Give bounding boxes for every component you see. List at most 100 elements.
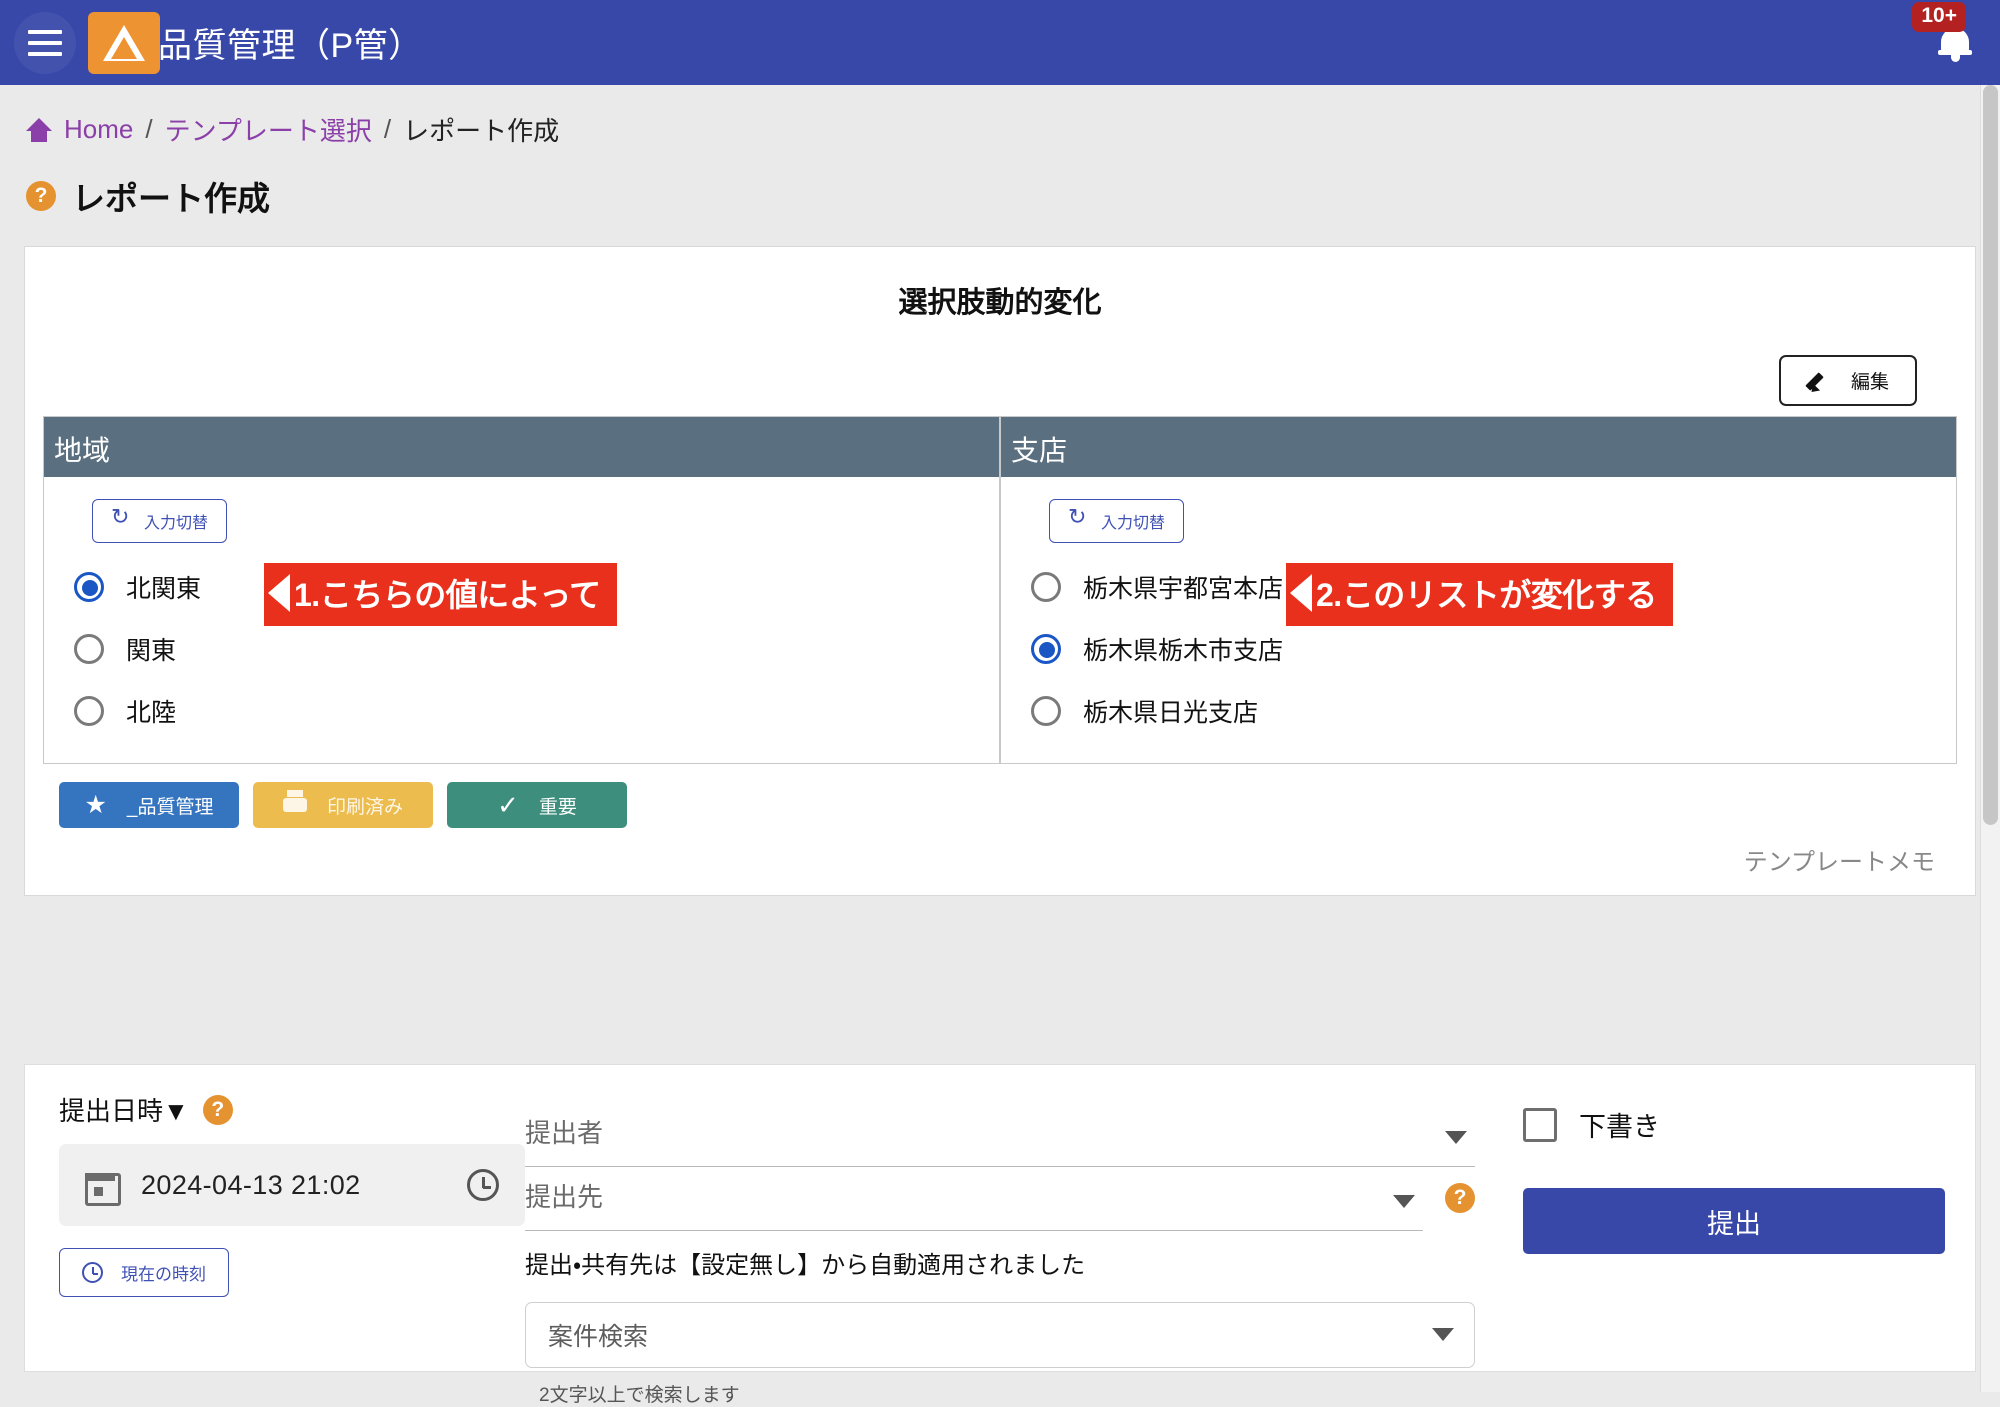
choice-grid: 地域 入力切替 北関東 1.こちらの値によって 関東 [43,416,1957,764]
refresh-icon [111,513,128,530]
radio-button-kanto[interactable] [74,634,104,664]
scrollbar-thumb[interactable] [1983,85,1998,825]
home-icon[interactable] [26,118,52,142]
column-body-region: 入力切替 北関東 1.こちらの値によって 関東 北陸 [44,477,999,763]
radio-label: 北陸 [126,693,176,729]
submit-column: 下書き 提出 [1505,1091,1975,1371]
breadcrumb-template-select[interactable]: テンプレート選択 [165,111,372,148]
app-title: 品質管理（P管） [158,18,423,67]
card-title: 選択肢動的変化 [43,279,1957,321]
submitter-placeholder: 提出者 [525,1118,603,1148]
page-title-row: ? レポート作成 [0,148,2000,220]
radio-option[interactable]: 北関東 1.こちらの値によって [74,569,999,605]
annotation-text: 1.こちらの値によって [294,570,601,616]
help-icon[interactable]: ? [1445,1183,1475,1213]
current-time-button[interactable]: 現在の時刻 [59,1248,229,1297]
clock-icon[interactable] [467,1169,499,1201]
radio-label: 栃木県栃木市支店 [1083,631,1283,667]
radio-option[interactable]: 関東 [74,631,999,667]
radio-option[interactable]: 北陸 [74,693,999,729]
case-search-select[interactable]: 案件検索 [525,1302,1475,1368]
help-icon[interactable]: ? [203,1095,233,1125]
edit-button-label: 編集 [1851,367,1889,394]
breadcrumb-current: レポート作成 [403,111,559,148]
column-header-region: 地域 [44,417,999,477]
current-time-label: 現在の時刻 [121,1260,206,1285]
left-arrow-icon [1290,574,1312,612]
bell-rim [1938,50,1972,55]
hamburger-bar [28,30,62,34]
breadcrumb-separator: / [384,114,391,145]
notifications[interactable]: 10+ [1938,0,1972,85]
help-icon[interactable]: ? [26,181,56,211]
triangle-icon [103,25,145,61]
hamburger-bar [28,52,62,56]
radio-label: 関東 [126,631,176,667]
annotation-text: 2.このリストが変化する [1316,570,1657,616]
tag-button-printed[interactable]: 印刷済み [253,782,433,828]
refresh-icon [1068,513,1085,530]
tag-button-row: ★ _品質管理 印刷済み ✓ 重要 [43,764,1957,828]
radio-button-nikko[interactable] [1031,696,1061,726]
app-logo [88,12,160,74]
clock-icon [82,1262,103,1283]
tag-button-important[interactable]: ✓ 重要 [447,782,627,828]
template-memo-label: テンプレートメモ [43,828,1957,879]
chevron-down-icon[interactable] [1445,1131,1467,1144]
radio-option[interactable]: 栃木県宇都宮本店 2.このリストが変化する [1031,569,1956,605]
notification-badge: 10+ [1912,2,1966,32]
draft-checkbox-row[interactable]: 下書き [1523,1105,1945,1144]
input-toggle-label: 入力切替 [144,509,208,533]
input-toggle-button-branch[interactable]: 入力切替 [1049,499,1184,543]
datetime-value: 2024-04-13 21:02 [141,1170,361,1201]
column-body-branch: 入力切替 栃木県宇都宮本店 2.このリストが変化する 栃木県栃木市支店 [1001,477,1956,763]
page-scrollbar[interactable] [1980,85,2000,1392]
destination-select[interactable]: 提出先 [525,1167,1423,1231]
radio-button-kitakanto[interactable] [74,572,104,602]
report-card: 選択肢動的変化 編集 地域 入力切替 北関東 1.こちらの値によって [24,246,1976,896]
radio-button-tochigi-shi[interactable] [1031,634,1061,664]
breadcrumb-separator: / [145,114,152,145]
input-toggle-button-region[interactable]: 入力切替 [92,499,227,543]
app-header: 品質管理（P管） 10+ [0,0,2000,85]
hamburger-menu-icon[interactable] [14,12,76,74]
radio-label: 栃木県日光支店 [1083,693,1258,729]
column-branch: 支店 入力切替 栃木県宇都宮本店 2.このリストが変化する 栃木県栃木市 [999,417,1956,763]
chevron-down-icon[interactable] [1432,1328,1454,1341]
destination-placeholder: 提出先 [525,1182,603,1212]
input-toggle-label: 入力切替 [1101,509,1165,533]
radio-option[interactable]: 栃木県栃木市支店 [1031,631,1956,667]
radio-button-hokuriku[interactable] [74,696,104,726]
star-icon: ★ [85,793,107,818]
page-title: レポート作成 [72,172,270,220]
radio-button-utsunomiya[interactable] [1031,572,1061,602]
chevron-down-icon[interactable] [1393,1195,1415,1208]
hamburger-bar [28,41,62,45]
case-search-hint: 2文字以上で検索します [525,1368,1475,1407]
bell-clapper [1951,55,1960,62]
check-icon: ✓ [497,792,519,818]
calendar-icon[interactable] [85,1170,115,1200]
breadcrumb-home[interactable]: Home [64,114,133,145]
tag-label: 重要 [539,792,577,819]
datetime-field[interactable]: 2024-04-13 21:02 [59,1144,525,1226]
submission-panel: 提出日時▼ ? 2024-04-13 21:02 現在の時刻 提出者 提出先 ?… [24,1064,1976,1372]
printer-icon [283,795,307,815]
recipient-column: 提出者 提出先 ? 提出・共有先は【設定無し】から自動適用されました 案件検索 … [525,1091,1505,1371]
left-arrow-icon [268,574,290,612]
radio-option[interactable]: 栃木県日光支店 [1031,693,1956,729]
tag-button-quality[interactable]: ★ _品質管理 [59,782,239,828]
draft-label: 下書き [1579,1105,1660,1144]
datetime-label: 提出日時▼ [59,1091,189,1128]
datetime-label-row: 提出日時▼ ? [59,1091,525,1128]
submitter-select[interactable]: 提出者 [525,1103,1475,1167]
edit-button[interactable]: 編集 [1779,355,1917,406]
annotation-callout-1: 1.こちらの値によって [264,563,617,626]
tag-label: _品質管理 [127,792,214,819]
submit-button[interactable]: 提出 [1523,1188,1945,1254]
draft-checkbox[interactable] [1523,1108,1557,1142]
radio-label: 栃木県宇都宮本店 [1083,569,1283,605]
pencil-icon [1807,370,1829,392]
auto-applied-note: 提出・共有先は【設定無し】から自動適用されました [525,1231,1475,1280]
radio-label: 北関東 [126,569,201,605]
